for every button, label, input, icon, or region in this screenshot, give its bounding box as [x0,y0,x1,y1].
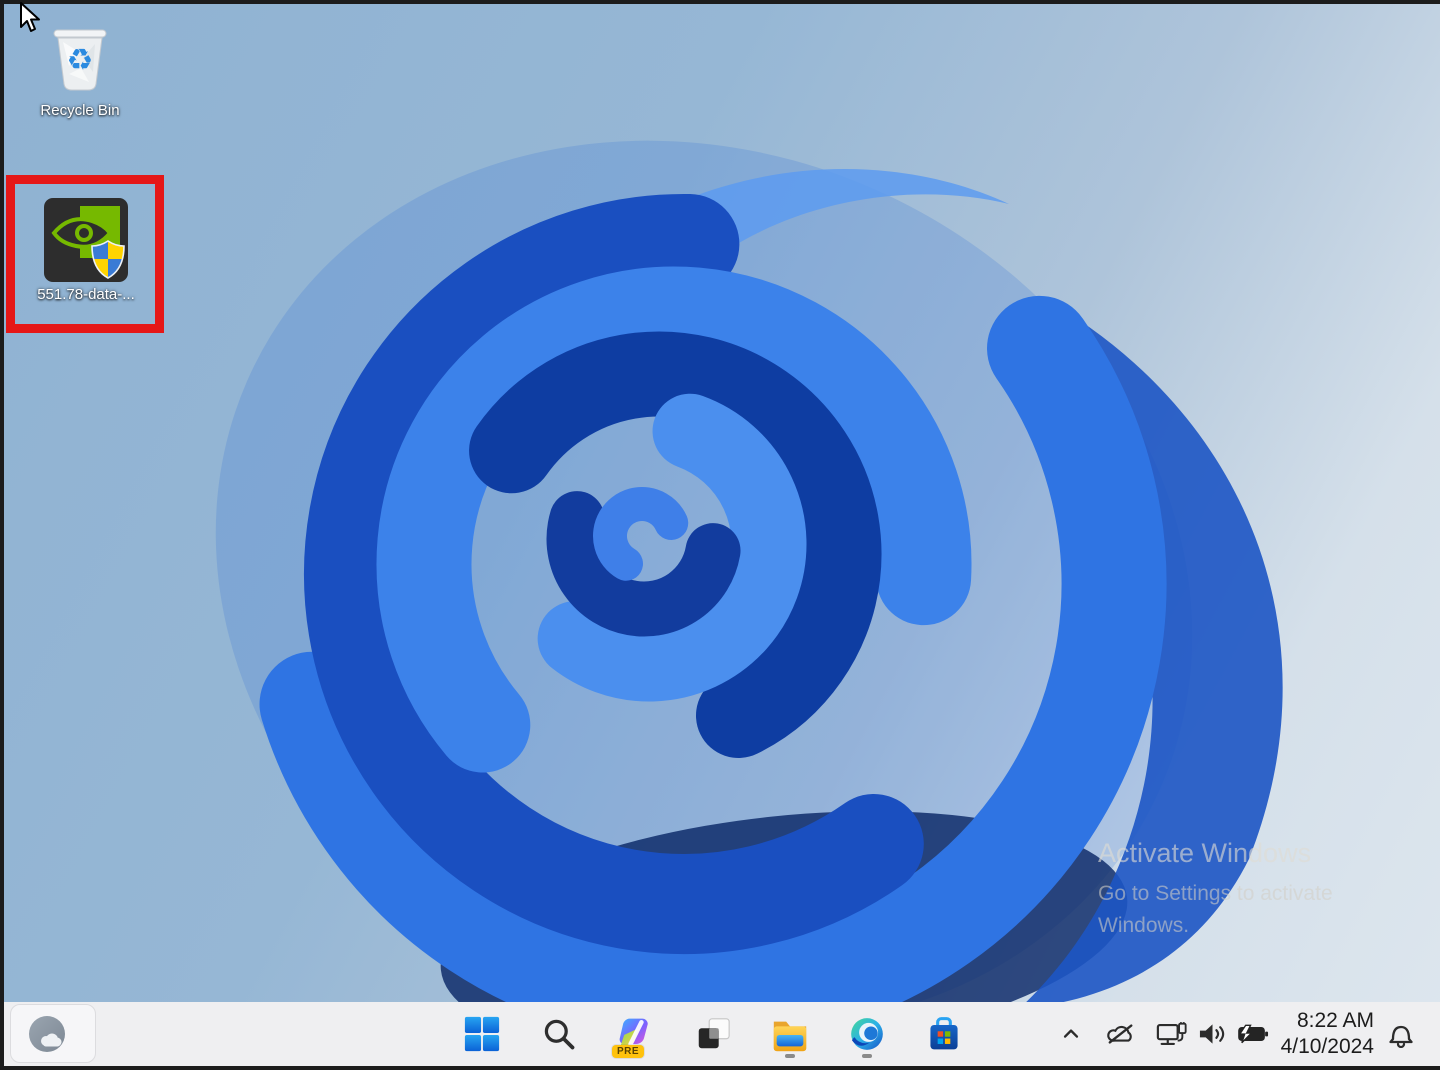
file-explorer-button[interactable] [768,1008,812,1060]
taskbar-clock[interactable]: 8:22 AM 4/10/2024 [1281,1008,1374,1060]
store-button[interactable] [922,1008,966,1060]
start-icon [464,1016,500,1052]
svg-text:♻: ♻ [67,43,94,78]
clock-date: 4/10/2024 [1280,1035,1374,1058]
desktop-icon-nvidia-installer[interactable]: 551.78-data-... [26,198,146,303]
notification-bell-icon [1389,1025,1413,1048]
wallpaper-bloom [215,121,1283,1057]
clock-time: 8:22 AM [1296,1009,1374,1032]
notifications-button[interactable] [1388,1020,1414,1048]
weather-widget-icon [29,1015,65,1052]
desktop: ♻ Recycle Bin 551.78-data-... Activate W… [4,4,1440,1066]
volume-button[interactable] [1198,1021,1227,1047]
search-icon [544,1019,575,1050]
battery-button[interactable] [1236,1024,1269,1044]
task-view-icon [698,1018,730,1049]
volume-icon [1199,1024,1224,1044]
recycle-bin-icon: ♻ [53,29,107,91]
file-explorer-icon [773,1021,807,1052]
tray-expand-button[interactable] [1060,1023,1082,1045]
taskbar-center: PRE [460,1002,966,1066]
chevron-up-icon [1063,1029,1078,1038]
network-button[interactable] [1156,1021,1188,1048]
start-button[interactable] [460,1008,504,1060]
taskbar: PRE 8:22 AM 4/10/2024 [4,1002,1440,1066]
nvidia-installer-icon [44,198,128,282]
onedrive-offline-icon [1106,1024,1133,1044]
nvidia-installer-label: 551.78-data-... [37,286,135,303]
desktop-icon-recycle-bin[interactable]: ♻ Recycle Bin [20,18,140,119]
edge-icon [851,1018,883,1050]
copilot-button[interactable]: PRE [612,1008,658,1060]
store-icon [930,1017,958,1050]
widgets-button[interactable] [10,1004,96,1063]
edge-button[interactable] [845,1008,889,1060]
task-view-button[interactable] [691,1008,735,1060]
battery-charging-icon [1237,1024,1268,1044]
system-tray: 8:22 AM 4/10/2024 [1060,1002,1440,1066]
copilot-pre-badge: PRE [612,1045,645,1058]
onedrive-status-button[interactable] [1106,1022,1136,1046]
search-button[interactable] [537,1008,581,1060]
network-ethernet-icon [1156,1021,1187,1045]
recycle-bin-label: Recycle Bin [40,102,120,119]
